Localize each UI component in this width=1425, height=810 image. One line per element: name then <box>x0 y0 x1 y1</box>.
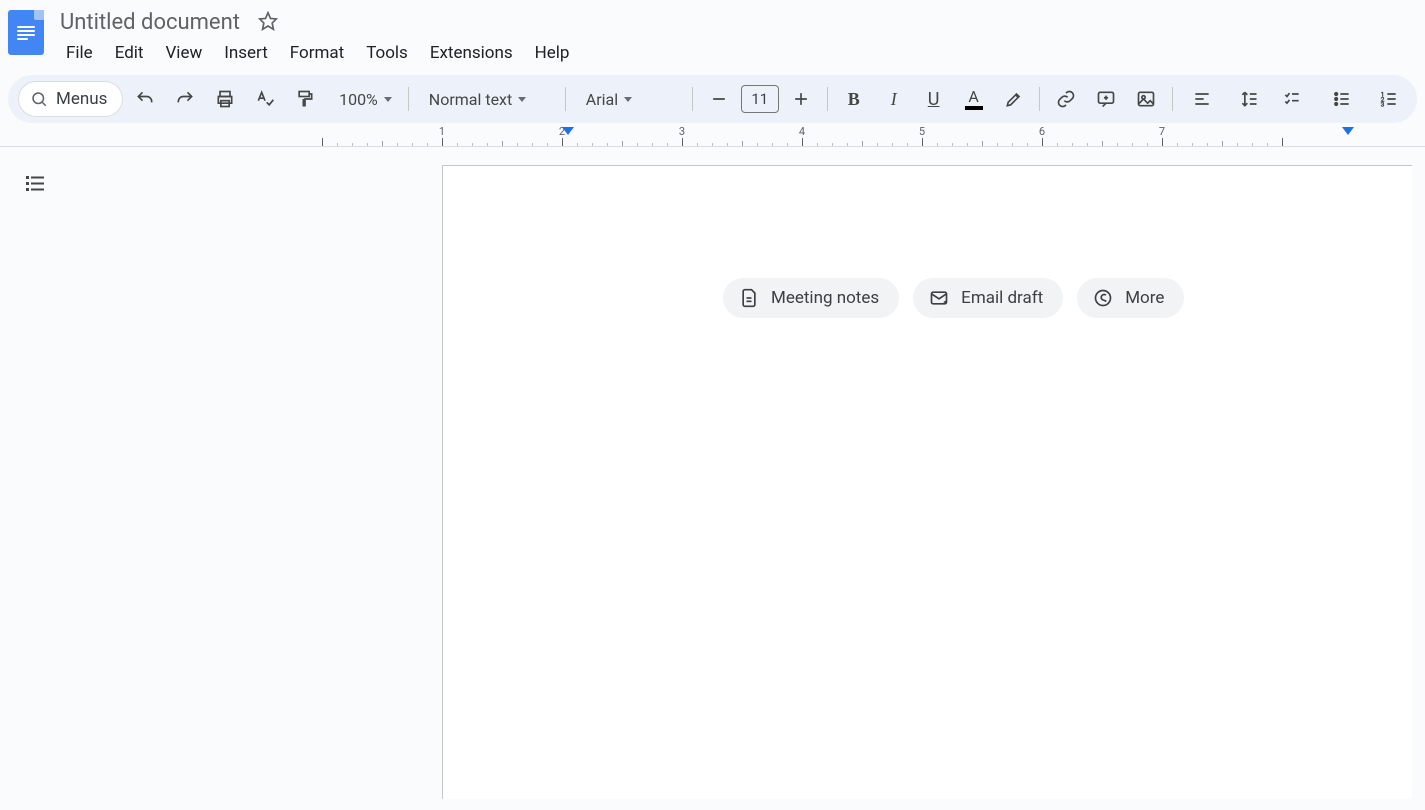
toolbar-separator <box>827 87 828 111</box>
font-size-input[interactable]: 11 <box>741 85 779 113</box>
insert-image-button[interactable] <box>1128 81 1164 117</box>
search-menus-label: Menus <box>56 89 107 109</box>
zoom-dropdown[interactable]: 100% <box>327 81 400 117</box>
zoom-value: 100% <box>339 90 378 109</box>
font-size-increase-button[interactable] <box>783 81 819 117</box>
ruler-label: 6 <box>1039 125 1045 138</box>
toolbar-separator <box>408 87 409 111</box>
menu-view[interactable]: View <box>155 39 212 67</box>
menu-format[interactable]: Format <box>280 39 354 67</box>
paint-format-button[interactable] <box>287 81 323 117</box>
caret-down-icon <box>384 97 392 102</box>
document-title[interactable]: Untitled document <box>54 8 246 37</box>
search-menus-button[interactable]: Menus <box>18 81 123 117</box>
menu-file[interactable]: File <box>56 39 103 67</box>
font-family-dropdown[interactable]: Arial <box>574 81 684 117</box>
toolbar: Menus 100% Normal text Arial 11 B I U A … <box>8 75 1417 123</box>
redo-button[interactable] <box>167 81 203 117</box>
horizontal-ruler[interactable]: 1234567 <box>0 125 1425 147</box>
ruler-label: 7 <box>1159 125 1165 138</box>
menu-edit[interactable]: Edit <box>105 39 154 67</box>
docs-app-icon[interactable] <box>8 10 44 55</box>
underline-button[interactable]: U <box>916 81 952 117</box>
outline-panel <box>0 147 70 799</box>
ruler-label: 3 <box>679 125 685 138</box>
add-comment-button[interactable] <box>1088 81 1124 117</box>
document-page[interactable]: Meeting notes Email draft More <box>442 165 1412 799</box>
document-surface[interactable]: Meeting notes Email draft More <box>70 147 1425 799</box>
text-color-button[interactable]: A <box>956 81 992 117</box>
italic-button[interactable]: I <box>876 81 912 117</box>
more-chip[interactable]: More <box>1077 278 1184 318</box>
bold-button[interactable]: B <box>836 81 872 117</box>
caret-down-icon <box>624 97 632 102</box>
menu-extensions[interactable]: Extensions <box>420 39 523 67</box>
ruler-label: 5 <box>919 125 925 138</box>
line-spacing-button[interactable] <box>1231 81 1267 117</box>
svg-text:3: 3 <box>1381 101 1385 109</box>
ruler-left-indent[interactable] <box>562 127 574 135</box>
ruler-label: 1 <box>439 125 445 138</box>
checklist-dropdown[interactable] <box>1271 81 1317 117</box>
template-chip-row: Meeting notes Email draft More <box>723 278 1184 318</box>
meeting-notes-chip[interactable]: Meeting notes <box>723 278 899 318</box>
paragraph-style-dropdown[interactable]: Normal text <box>417 81 557 117</box>
ruler-label: 4 <box>799 125 805 138</box>
font-family-value: Arial <box>586 90 618 109</box>
content-area: Meeting notes Email draft More <box>0 147 1425 799</box>
insert-link-button[interactable] <box>1048 81 1084 117</box>
spellcheck-button[interactable] <box>247 81 283 117</box>
email-draft-label: Email draft <box>961 288 1043 308</box>
email-draft-chip[interactable]: Email draft <box>913 278 1063 318</box>
toolbar-separator <box>1039 87 1040 111</box>
menu-tools[interactable]: Tools <box>356 39 418 67</box>
menu-help[interactable]: Help <box>525 39 580 67</box>
meeting-notes-label: Meeting notes <box>771 288 879 308</box>
print-button[interactable] <box>207 81 243 117</box>
ruler-right-indent[interactable] <box>1342 127 1354 135</box>
numbered-list-button[interactable]: 123 <box>1371 81 1407 117</box>
document-outline-icon[interactable] <box>23 171 47 799</box>
menubar: File Edit View Insert Format Tools Exten… <box>54 39 579 67</box>
menu-insert[interactable]: Insert <box>214 39 278 67</box>
header-bar: Untitled document File Edit View Insert … <box>0 0 1425 67</box>
more-label: More <box>1125 288 1164 308</box>
toolbar-separator <box>692 87 693 111</box>
toolbar-separator <box>1172 87 1173 111</box>
paragraph-style-value: Normal text <box>429 90 512 109</box>
font-size-decrease-button[interactable] <box>701 81 737 117</box>
caret-down-icon <box>518 97 526 102</box>
undo-button[interactable] <box>127 81 163 117</box>
align-dropdown[interactable] <box>1181 81 1227 117</box>
highlight-color-button[interactable] <box>996 81 1032 117</box>
star-icon[interactable] <box>258 11 278 35</box>
toolbar-separator <box>565 87 566 111</box>
bulleted-list-dropdown[interactable] <box>1321 81 1367 117</box>
